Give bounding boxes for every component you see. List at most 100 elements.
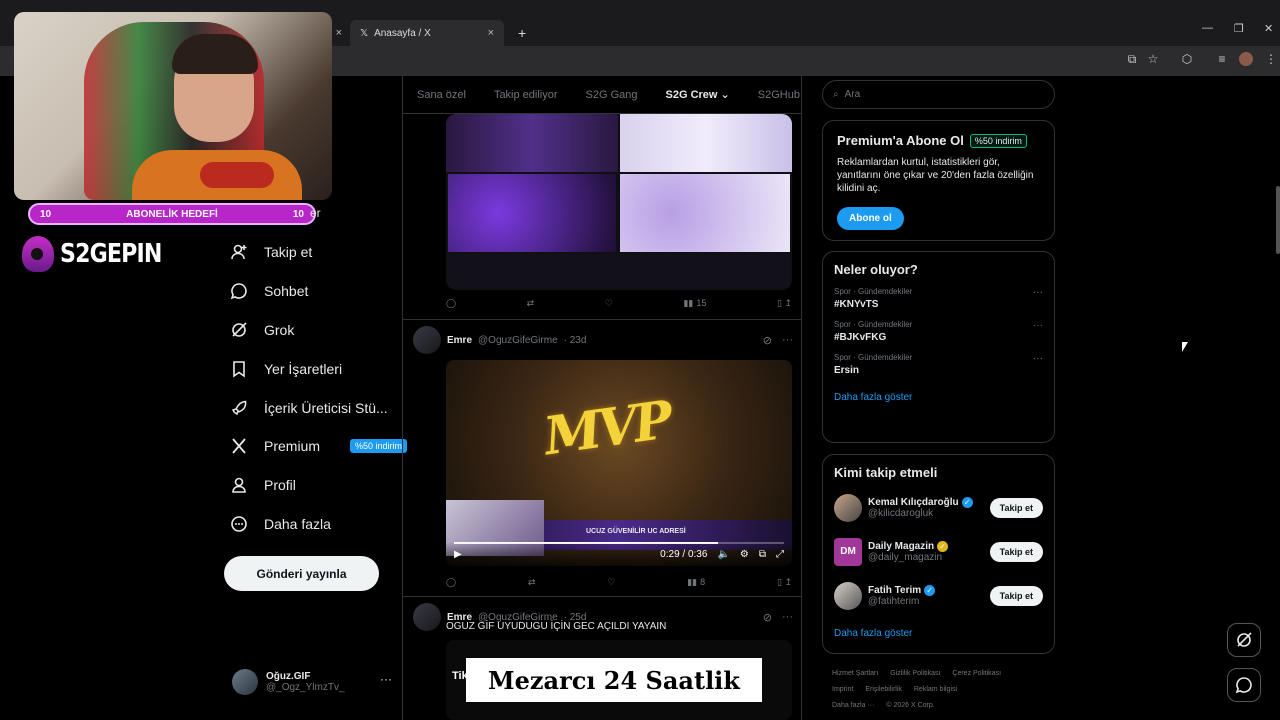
- premium-title: Premium'a Abone Ol: [837, 133, 964, 148]
- scrollbar[interactable]: [1274, 76, 1280, 720]
- footer-link[interactable]: Daha fazla ···: [832, 702, 874, 709]
- mvp-graphic: MVP: [540, 389, 673, 468]
- account-switcher[interactable]: Oğuz.GIF @_Ogz_YlmzTv_ ···: [232, 666, 392, 698]
- messages-fab-button[interactable]: [1227, 668, 1261, 702]
- tab-s2g-gang[interactable]: S2G Gang: [572, 89, 652, 101]
- repost-icon[interactable]: ⇄: [527, 298, 535, 309]
- nav-premium[interactable]: Premium %50 indirim: [228, 432, 408, 460]
- nav-more[interactable]: Daha fazla: [228, 510, 331, 538]
- video-player[interactable]: MVP UCUZ GÜVENİLİR UC ADRESİ ▶ 0:29 / 0:…: [446, 360, 792, 566]
- follow-show-more-link[interactable]: Daha fazla göster: [834, 628, 1043, 639]
- post-header: Emre @OguzGifeGirme · 23d ⊘ ···: [413, 326, 793, 354]
- more-icon[interactable]: ···: [1033, 353, 1043, 364]
- x-favicon-icon: 𝕏: [360, 27, 369, 39]
- follow-suggestion[interactable]: Fatih Terim ✓ @fatihterim Takip et: [834, 574, 1043, 618]
- tab-for-you[interactable]: Sana özel: [403, 89, 480, 101]
- bookmark-icon[interactable]: ▯ ↥: [777, 577, 792, 588]
- repost-icon[interactable]: ⇄: [528, 577, 536, 588]
- more-icon[interactable]: ···: [782, 611, 793, 624]
- fullscreen-icon[interactable]: ⤢: [776, 549, 784, 560]
- post-time[interactable]: · 23d: [564, 335, 587, 346]
- menu-icon[interactable]: ⋮: [1264, 52, 1278, 66]
- star-icon[interactable]: ☆: [1146, 52, 1160, 66]
- like-icon[interactable]: ♡: [605, 298, 613, 309]
- settings-icon[interactable]: ⚙: [740, 549, 749, 560]
- like-icon[interactable]: ♡: [607, 577, 615, 588]
- chevron-down-icon: ⌄: [720, 89, 730, 101]
- trend-item[interactable]: Spor · Gündemdekiler #BJKvFKG ···: [834, 320, 1043, 343]
- nav-grok[interactable]: Grok: [228, 316, 294, 344]
- nav-bookmarks[interactable]: Yer İşaretleri: [228, 355, 342, 383]
- webcam-overlay: [14, 12, 332, 200]
- streamer-hair: [172, 34, 258, 74]
- tab-close-button[interactable]: ×: [488, 27, 494, 39]
- avatar[interactable]: [413, 603, 441, 631]
- nav-profile[interactable]: Profil: [228, 471, 296, 499]
- nav-follow[interactable]: Takip et: [228, 238, 312, 266]
- play-icon[interactable]: ▶: [454, 549, 462, 560]
- more-icon[interactable]: ···: [1033, 320, 1043, 331]
- tab-following[interactable]: Takip ediliyor: [480, 89, 572, 101]
- pip-icon[interactable]: ⧉: [759, 549, 766, 560]
- post-handle[interactable]: @OguzGifeGirme: [478, 335, 558, 346]
- post-image-grid[interactable]: [446, 114, 792, 290]
- follow-suggestion[interactable]: Kemal Kılıçdaroğlu ✓ @kilicdarogluk Takip…: [834, 486, 1043, 530]
- grok-icon[interactable]: ⊘: [763, 334, 772, 347]
- bookmark-icon[interactable]: ▯ ↥: [777, 298, 792, 309]
- trend-item[interactable]: Spor · Gündemdekiler Ersin ···: [834, 353, 1043, 376]
- post-author[interactable]: Emre: [447, 335, 472, 346]
- follow-button[interactable]: Takip et: [989, 498, 1043, 518]
- trends-show-more-link[interactable]: Daha fazla göster: [834, 392, 1043, 403]
- logo-text: S2GEPIN: [60, 239, 162, 269]
- jersey-image-2: [620, 114, 792, 172]
- post-button[interactable]: Gönderi yayınla: [224, 556, 379, 591]
- profile-avatar-icon[interactable]: [1239, 52, 1253, 66]
- minimize-button[interactable]: —: [1202, 22, 1213, 34]
- verified-badge-icon: ✓: [961, 497, 973, 508]
- footer-link[interactable]: Reklam bilgisi: [914, 686, 957, 693]
- nav-chat[interactable]: Sohbet: [228, 277, 308, 305]
- rocket-icon: [228, 397, 250, 419]
- tab-s2g-crew[interactable]: S2G Crew ⌄: [652, 88, 744, 101]
- who-to-follow-card: Kimi takip etmeli Kemal Kılıçdaroğlu ✓ @k…: [822, 454, 1055, 654]
- search-input[interactable]: ⌕ Ara: [822, 80, 1055, 109]
- follow-button[interactable]: Takip et: [989, 586, 1043, 606]
- reply-icon[interactable]: ◯: [446, 298, 456, 309]
- nav-creator-studio[interactable]: İçerik Üreticisi Stü...: [228, 394, 388, 422]
- close-window-button[interactable]: ✕: [1264, 22, 1273, 35]
- footer-link[interactable]: Erişilebilirlik: [865, 686, 902, 693]
- account-name: Oğuz.GIF: [266, 671, 311, 682]
- timeline-tabs: Sana özel Takip ediliyor S2G Gang S2G Cr…: [403, 76, 801, 114]
- tab-s2ghub[interactable]: S2GHub: [744, 89, 801, 101]
- footer-link[interactable]: Gizlilik Politikası: [890, 670, 940, 677]
- grok-icon: [1237, 632, 1252, 647]
- extensions-icon[interactable]: ⬡: [1180, 52, 1194, 66]
- design-notes: [448, 254, 790, 288]
- grok-icon[interactable]: ⊘: [763, 611, 772, 624]
- scrollbar-thumb[interactable]: [1276, 186, 1280, 254]
- volume-icon[interactable]: 🔈: [717, 549, 729, 560]
- avatar[interactable]: [413, 326, 441, 354]
- install-app-icon[interactable]: ⧉: [1125, 52, 1139, 66]
- media-icon[interactable]: ≡: [1215, 52, 1229, 66]
- subscribe-button[interactable]: Abone ol: [837, 207, 904, 230]
- browser-tab[interactable]: 𝕏 Anasayfa / X ×: [350, 20, 504, 46]
- footer-link[interactable]: Hizmet Şartları: [832, 670, 878, 677]
- restore-button[interactable]: ❐: [1234, 22, 1244, 35]
- footer-link[interactable]: Imprint: [832, 686, 853, 693]
- reply-icon[interactable]: ◯: [446, 577, 456, 588]
- trend-item[interactable]: Spor · Gündemdekiler #KNYvTS ···: [834, 287, 1043, 310]
- views-icon[interactable]: ▮▮ 8: [687, 577, 705, 588]
- follow-suggestion[interactable]: DM Daily Magazin ✓ @daily_magazin Takip e…: [834, 530, 1043, 574]
- new-tab-button[interactable]: +: [508, 20, 536, 46]
- post-media[interactable]: TikTok Mezarcı 24 Saatlik: [446, 640, 792, 720]
- timeline: Sana özel Takip ediliyor S2G Gang S2G Cr…: [402, 76, 802, 720]
- premium-discount-badge: %50 indirim: [350, 439, 408, 453]
- views-icon[interactable]: ▮▮ 15: [683, 298, 706, 309]
- more-icon[interactable]: ···: [1033, 287, 1043, 298]
- follow-button[interactable]: Takip et: [989, 542, 1043, 562]
- more-icon[interactable]: ···: [782, 334, 793, 347]
- grok-fab-button[interactable]: [1227, 623, 1261, 657]
- footer-link[interactable]: Çerez Politikası: [952, 670, 1001, 677]
- account-more-icon[interactable]: ···: [380, 672, 392, 686]
